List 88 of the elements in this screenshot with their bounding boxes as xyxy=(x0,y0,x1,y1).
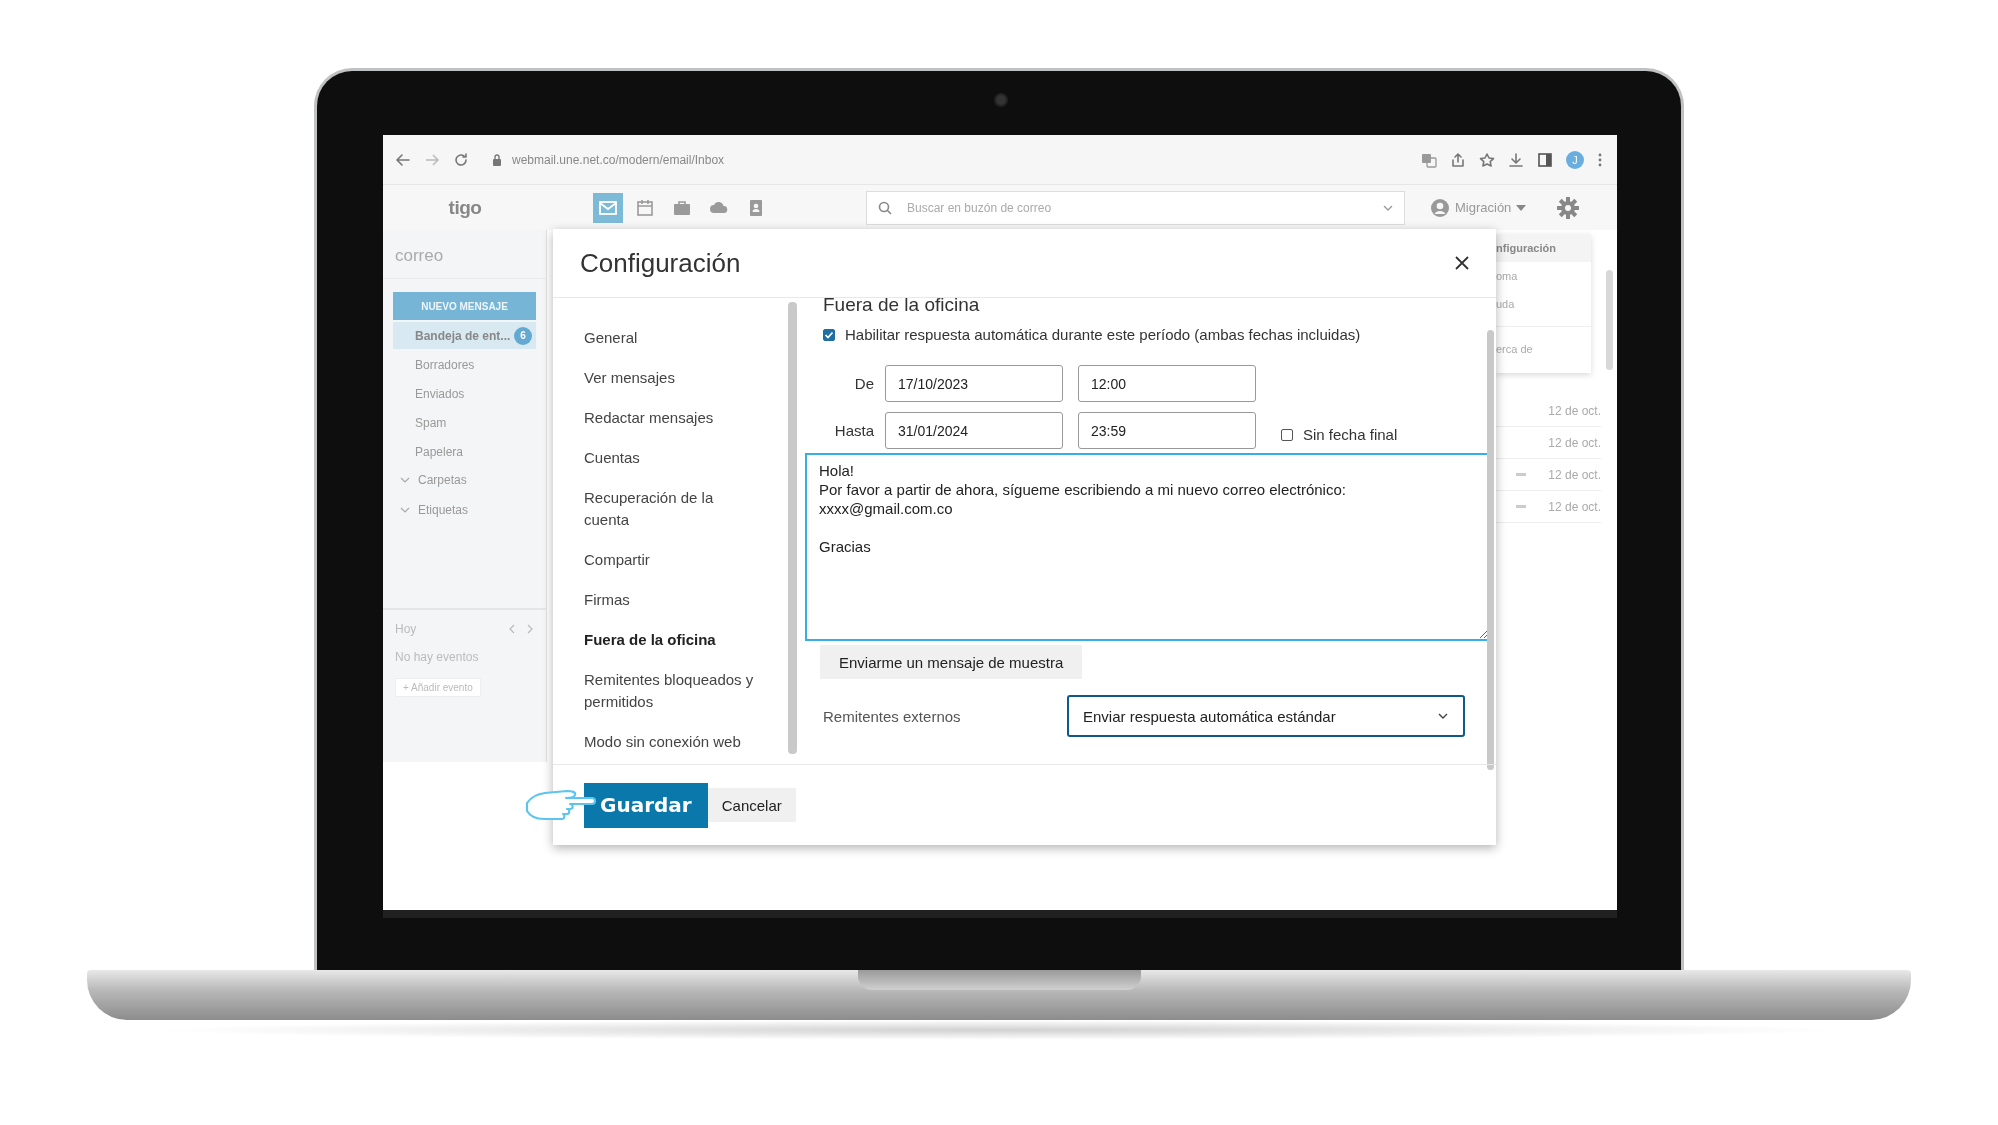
previous-icon[interactable] xyxy=(508,624,516,634)
section-title: Fuera de la oficina xyxy=(822,298,981,316)
message-field[interactable]: Hola! Por favor a partir de ahora, sígueme escribiendo a mi nuevo correo electrónico: xxxx@gmail.com.co Gracias xyxy=(805,453,1490,641)
no-events-text: No hay eventos xyxy=(395,650,480,664)
folder-group-label: Carpetas xyxy=(418,473,467,487)
date-field[interactable]: 17/10/2023 xyxy=(885,365,1063,402)
forward-icon[interactable] xyxy=(424,151,440,168)
menu-item[interactable]: erca de xyxy=(1496,335,1591,363)
search-icon xyxy=(877,199,893,216)
download-icon[interactable] xyxy=(1508,151,1524,168)
auto-reply-dropdown[interactable]: Enviar respuesta automática estándar xyxy=(1067,695,1465,737)
translate-icon[interactable] xyxy=(1421,151,1437,168)
folder-label: Papelera xyxy=(415,444,465,459)
unread-badge: 6 xyxy=(514,326,532,345)
sidebar-title: correo xyxy=(383,230,546,279)
dialog-title: Configuración xyxy=(580,247,741,279)
account-menu[interactable]: Migración xyxy=(1430,197,1527,218)
url-text: webmail.une.net.co/modern/email/Inbox xyxy=(512,152,725,167)
field-label: Remitentes externos xyxy=(823,707,962,725)
checkmark-icon xyxy=(824,329,834,340)
settings-nav-item[interactable]: Firmas xyxy=(584,580,754,620)
settings-nav-item[interactable]: Recuperación de la cuenta xyxy=(584,478,754,540)
chevron-down-icon xyxy=(400,506,410,514)
search-input[interactable]: Buscar en buzón de correo xyxy=(905,199,1370,216)
new-message-button[interactable]: NUEVO MENSAJE xyxy=(393,292,536,320)
checkbox[interactable] xyxy=(1281,428,1293,441)
next-icon[interactable] xyxy=(526,624,534,634)
app-switcher-tab[interactable] xyxy=(593,192,623,223)
checkbox-label: Habilitar respuesta automática durante este período (ambas fechas incluidas) xyxy=(845,326,1361,343)
folder-group[interactable]: Carpetas xyxy=(393,465,536,495)
folder-label: Enviados xyxy=(415,386,466,401)
search-field[interactable]: Buscar en buzón de correo xyxy=(866,190,1405,225)
folder-item[interactable]: Bandeja de ent... 6 xyxy=(393,322,536,349)
cancel-button[interactable]: Cancelar xyxy=(707,788,796,822)
add-event-button[interactable]: + Añadir evento xyxy=(395,678,481,697)
folder-item[interactable]: Spam xyxy=(393,409,536,436)
message-date: 12 de oct. xyxy=(1548,499,1601,514)
share-icon[interactable] xyxy=(1450,151,1466,168)
message-date: 12 de oct. xyxy=(1548,467,1601,482)
folder-item[interactable]: Papelera xyxy=(393,438,536,465)
date-field[interactable]: 31/01/2024 xyxy=(885,412,1063,449)
folder-label: Bandeja de ent... xyxy=(415,328,512,343)
settings-nav-item[interactable]: Cuentas xyxy=(584,438,754,478)
message-date: 12 de oct. xyxy=(1548,435,1601,450)
checkbox-label: Sin fecha final xyxy=(1303,426,1398,443)
star-icon[interactable] xyxy=(1479,151,1495,168)
folder-item[interactable]: Enviados xyxy=(393,380,536,407)
time-field[interactable]: 12:00 xyxy=(1078,365,1256,402)
chevron-down-icon xyxy=(400,476,410,484)
logo[interactable]: tigo xyxy=(448,196,482,219)
field-label: De xyxy=(853,375,874,392)
settings-nav-item[interactable]: General xyxy=(584,318,754,358)
calendar-day: Hoy xyxy=(395,622,417,636)
menu-item[interactable]: uda xyxy=(1496,290,1591,318)
caret-icon xyxy=(1516,203,1527,212)
more-icon[interactable] xyxy=(1597,151,1603,168)
save-button[interactable]: Guardar xyxy=(584,782,708,828)
time-field[interactable]: 23:59 xyxy=(1078,412,1256,449)
camera-icon xyxy=(994,93,1008,107)
folder-item[interactable]: Borradores xyxy=(393,351,536,378)
profile-avatar[interactable]: J xyxy=(1566,150,1584,169)
field-label: Hasta xyxy=(833,422,874,439)
settings-icon[interactable] xyxy=(1556,195,1581,220)
checkbox[interactable] xyxy=(823,328,835,341)
reload-icon[interactable] xyxy=(453,151,469,168)
folder-label: Borradores xyxy=(415,357,476,372)
settings-nav-item[interactable]: Ver mensajes xyxy=(584,358,754,398)
side-panel-icon[interactable] xyxy=(1537,151,1553,168)
back-icon[interactable] xyxy=(395,151,411,168)
settings-nav-item[interactable]: Fuera de la oficina xyxy=(584,620,754,660)
menu-item[interactable]: oma xyxy=(1496,262,1591,290)
close-icon[interactable] xyxy=(1454,255,1470,271)
send-sample-button[interactable]: Enviarme un mensaje de muestra xyxy=(820,645,1083,679)
scrollbar[interactable] xyxy=(1606,270,1613,370)
folder-group-label: Etiquetas xyxy=(418,503,469,517)
message-date: 12 de oct. xyxy=(1548,403,1601,418)
user-icon xyxy=(1430,197,1450,218)
settings-nav-item[interactable]: Compartir xyxy=(584,540,754,580)
address-bar[interactable]: webmail.une.net.co/modern/email/Inbox xyxy=(482,143,1408,176)
menu-header: nfiguración xyxy=(1496,234,1591,262)
settings-nav-item[interactable]: Remitentes bloqueados y permitidos xyxy=(584,660,754,722)
folder-label: Spam xyxy=(415,415,448,430)
settings-nav-item[interactable]: Modo sin conexión web xyxy=(584,722,754,762)
lock-icon xyxy=(492,153,502,166)
scrollbar[interactable] xyxy=(788,302,797,754)
scrollbar[interactable] xyxy=(1487,330,1494,770)
folder-group[interactable]: Etiquetas xyxy=(393,495,536,525)
settings-nav-item[interactable]: Redactar mensajes xyxy=(584,398,754,438)
